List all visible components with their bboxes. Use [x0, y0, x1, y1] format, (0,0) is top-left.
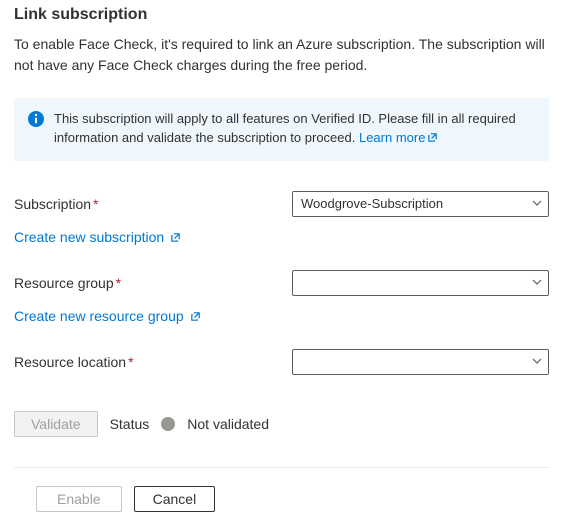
- enable-button[interactable]: Enable: [36, 486, 122, 512]
- status-dot-icon: [161, 417, 175, 431]
- validate-button[interactable]: Validate: [14, 411, 98, 437]
- subscription-row: Subscription* Woodgrove-Subscription: [14, 191, 549, 217]
- resource-location-label: Resource location*: [14, 354, 292, 370]
- intro-text: To enable Face Check, it's required to l…: [14, 34, 549, 76]
- page-title: Link subscription: [14, 6, 549, 24]
- subscription-select[interactable]: Woodgrove-Subscription: [292, 191, 549, 217]
- subscription-label-text: Subscription: [14, 196, 91, 212]
- resource-group-row: Resource group*: [14, 270, 549, 296]
- external-link-icon: [427, 130, 438, 149]
- required-asterisk: *: [93, 196, 98, 212]
- info-callout: This subscription will apply to all feat…: [14, 98, 549, 161]
- subscription-value: Woodgrove-Subscription: [301, 196, 443, 211]
- validate-row: Validate Status Not validated: [14, 411, 549, 437]
- status-label: Status: [110, 416, 150, 432]
- subscription-label: Subscription*: [14, 196, 292, 212]
- create-resource-group-label: Create new resource group: [14, 308, 184, 324]
- status-text: Not validated: [187, 416, 269, 432]
- resource-group-select[interactable]: [292, 270, 549, 296]
- required-asterisk: *: [116, 275, 121, 291]
- info-text: This subscription will apply to all feat…: [54, 110, 535, 149]
- resource-location-select[interactable]: [292, 349, 549, 375]
- external-link-icon: [190, 309, 201, 325]
- external-link-icon: [170, 230, 181, 246]
- create-resource-group-link[interactable]: Create new resource group: [14, 308, 201, 324]
- create-subscription-label: Create new subscription: [14, 229, 164, 245]
- learn-more-label: Learn more: [359, 130, 425, 145]
- divider: [14, 467, 549, 468]
- resource-group-label-text: Resource group: [14, 275, 114, 291]
- resource-group-label: Resource group*: [14, 275, 292, 291]
- footer-buttons: Enable Cancel: [14, 486, 549, 512]
- cancel-button[interactable]: Cancel: [134, 486, 216, 512]
- info-icon: [28, 111, 44, 149]
- resource-location-row: Resource location*: [14, 349, 549, 375]
- resource-location-label-text: Resource location: [14, 354, 126, 370]
- info-message: This subscription will apply to all feat…: [54, 111, 516, 145]
- create-subscription-link[interactable]: Create new subscription: [14, 229, 181, 245]
- learn-more-link[interactable]: Learn more: [359, 130, 438, 145]
- required-asterisk: *: [128, 354, 133, 370]
